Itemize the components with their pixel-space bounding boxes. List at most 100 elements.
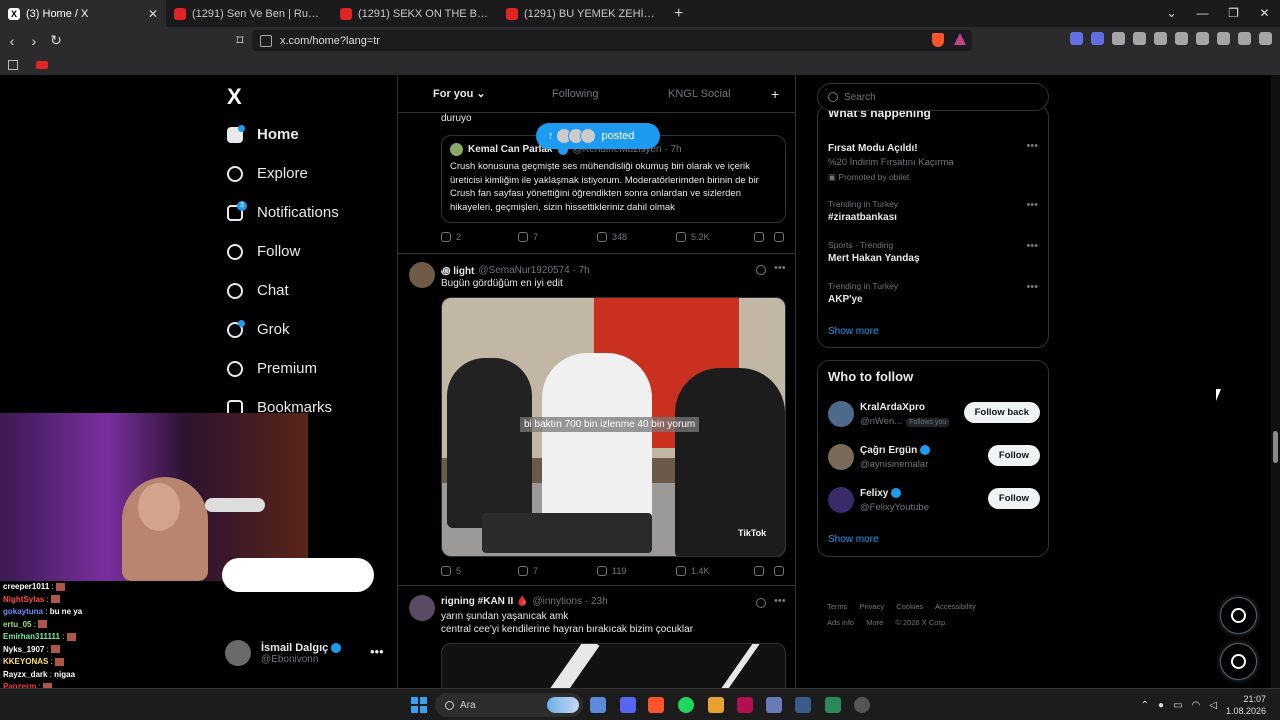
discord-icon[interactable] xyxy=(620,697,636,713)
app-icon[interactable] xyxy=(766,697,782,713)
like-button[interactable]: 119 xyxy=(597,566,626,576)
author-handle[interactable]: @innytions · 23h xyxy=(532,596,607,607)
brave-icon[interactable] xyxy=(648,697,664,713)
footer-link[interactable]: More xyxy=(866,618,883,627)
ai-icon[interactable] xyxy=(1217,32,1230,45)
post-image[interactable] xyxy=(441,643,786,688)
author-name[interactable]: ꩜ light xyxy=(441,263,474,278)
menu-icon[interactable] xyxy=(1259,32,1272,45)
volume-icon[interactable]: ◁ xyxy=(1209,700,1217,711)
footer-link[interactable]: Terms xyxy=(827,602,847,611)
tab-youtube-2[interactable]: (1291) SEKX ON THE BİÇ | Madara Ol xyxy=(332,0,498,27)
follow-back-button[interactable]: Follow back xyxy=(963,402,1040,423)
nav-grok[interactable]: Grok xyxy=(227,319,290,338)
bookmark-icon[interactable]: ⌑ xyxy=(230,32,250,49)
more-icon[interactable]: ••• xyxy=(1026,199,1038,211)
nav-home[interactable]: Home xyxy=(227,124,299,143)
app-icon[interactable] xyxy=(825,697,841,713)
back-icon[interactable]: ‹ xyxy=(2,33,22,49)
grok-fab[interactable] xyxy=(1220,597,1257,634)
follow-button[interactable]: Follow xyxy=(987,445,1040,466)
app-icon[interactable] xyxy=(854,697,870,713)
trend-item[interactable]: Sports · Trending Mert Hakan Yandaş ••• xyxy=(828,240,1040,264)
minimize-icon[interactable]: — xyxy=(1187,0,1218,27)
footer-link[interactable]: Cookies xyxy=(896,602,923,611)
follow-suggestion[interactable]: Felixy @FelixyYoutube Follow xyxy=(828,487,1040,517)
footer-link[interactable]: Accessibility xyxy=(935,602,976,611)
tab-youtube-3[interactable]: (1291) BU YEMEK ZEHİRLERİ EFE UYG xyxy=(498,0,664,27)
follow-button[interactable]: Follow xyxy=(987,488,1040,509)
grok-icon[interactable] xyxy=(756,598,766,608)
close-window-icon[interactable]: ✕ xyxy=(1249,0,1280,27)
nav-notifications[interactable]: 3 Notifications xyxy=(227,200,339,221)
search-input[interactable]: Search xyxy=(817,83,1049,111)
views-button[interactable]: 1.4K xyxy=(676,566,710,576)
brave-shield-icon[interactable] xyxy=(932,33,944,47)
steam-icon[interactable] xyxy=(795,697,811,713)
vpn-icon[interactable] xyxy=(1238,32,1251,45)
extension-icon[interactable] xyxy=(1070,32,1083,45)
like-button[interactable]: 348 xyxy=(597,232,627,242)
reload-icon[interactable]: ↻ xyxy=(46,32,66,49)
url-field[interactable]: x.com/home?lang=tr xyxy=(252,30,972,51)
windows-start-icon[interactable] xyxy=(411,697,427,713)
nav-follow[interactable]: Follow xyxy=(227,243,300,260)
author-name[interactable]: rigning #KAN II 🩸 xyxy=(441,596,528,607)
show-more-link[interactable]: Show more xyxy=(828,326,879,337)
clock[interactable]: 21:07 1.08.2026 xyxy=(1226,693,1266,717)
avatar[interactable] xyxy=(409,262,435,288)
bookmark-button[interactable] xyxy=(754,232,764,242)
share-button[interactable] xyxy=(774,232,784,242)
tab-for-you[interactable]: For you ⌄ xyxy=(433,87,486,100)
views-button[interactable]: 5.2K xyxy=(676,232,710,242)
tab-list-icon[interactable]: ⌄ xyxy=(1156,0,1187,27)
post-button[interactable] xyxy=(222,558,374,592)
tab-kngl-social[interactable]: KNGL Social xyxy=(668,88,731,100)
sidebar-icon[interactable] xyxy=(1175,32,1188,45)
x-logo[interactable]: X xyxy=(227,84,242,110)
network-icon[interactable]: ▭ xyxy=(1173,700,1182,711)
avatar[interactable] xyxy=(409,595,435,621)
extension-icon[interactable] xyxy=(1112,32,1125,45)
show-more-link[interactable]: Show more xyxy=(828,534,879,545)
youtube-icon[interactable] xyxy=(36,60,48,69)
nav-explore[interactable]: Explore xyxy=(227,165,308,182)
more-icon[interactable]: ••• xyxy=(1026,240,1038,252)
scrollbar[interactable] xyxy=(1271,75,1280,688)
chevron-up-icon[interactable]: ⌃ xyxy=(1141,700,1149,711)
close-icon[interactable]: ✕ xyxy=(148,7,158,21)
follow-suggestion[interactable]: KralArdaXpro @nWen... Follows you Follow … xyxy=(828,401,1040,431)
app-icon[interactable] xyxy=(708,697,724,713)
new-tab-button[interactable]: + xyxy=(664,5,693,23)
scrollbar-thumb[interactable] xyxy=(1273,431,1278,463)
more-icon[interactable]: ••• xyxy=(1026,281,1038,293)
add-tab-icon[interactable]: + xyxy=(771,86,779,102)
site-info-icon[interactable] xyxy=(260,34,272,47)
repost-button[interactable]: 7 xyxy=(518,566,538,576)
footer-link[interactable]: Ads info xyxy=(827,618,854,627)
more-icon[interactable]: ••• xyxy=(774,595,786,607)
maximize-icon[interactable]: ❐ xyxy=(1218,0,1249,27)
trend-item[interactable]: Fırsat Modu Açıldı! %20 İndirim Fırsatın… xyxy=(828,140,1040,183)
tab-youtube-1[interactable]: (1291) Sen Ve Ben | Ruddy - YouTube xyxy=(166,0,332,27)
repost-button[interactable]: 7 xyxy=(518,232,538,242)
account-switcher[interactable]: İsmail Dalgıç @Ebonivonn ••• xyxy=(225,640,385,666)
music-icon[interactable] xyxy=(1154,32,1167,45)
share-button[interactable] xyxy=(774,566,784,576)
new-posts-pill[interactable]: ↑ posted xyxy=(536,123,660,149)
brave-rewards-icon[interactable] xyxy=(954,33,966,45)
puzzle-icon[interactable] xyxy=(1133,32,1146,45)
follow-suggestion[interactable]: Çağrı Ergün @aynisinemalar Follow xyxy=(828,444,1040,474)
app-icon[interactable] xyxy=(737,697,753,713)
tab-x-home[interactable]: X (3) Home / X ✕ xyxy=(0,0,166,27)
nav-premium[interactable]: Premium xyxy=(227,360,317,377)
extension-icon[interactable] xyxy=(1091,32,1104,45)
nav-chat[interactable]: Chat xyxy=(227,282,289,299)
more-icon[interactable]: ••• xyxy=(774,262,786,274)
taskbar-search[interactable]: Ara xyxy=(435,693,583,717)
tab-following[interactable]: Following xyxy=(552,88,598,100)
trend-item[interactable]: Trending in Turkey AKP'ye ••• xyxy=(828,281,1040,305)
reply-button[interactable]: 2 xyxy=(441,232,461,242)
spotify-icon[interactable] xyxy=(678,697,694,713)
reply-button[interactable]: 5 xyxy=(441,566,461,576)
